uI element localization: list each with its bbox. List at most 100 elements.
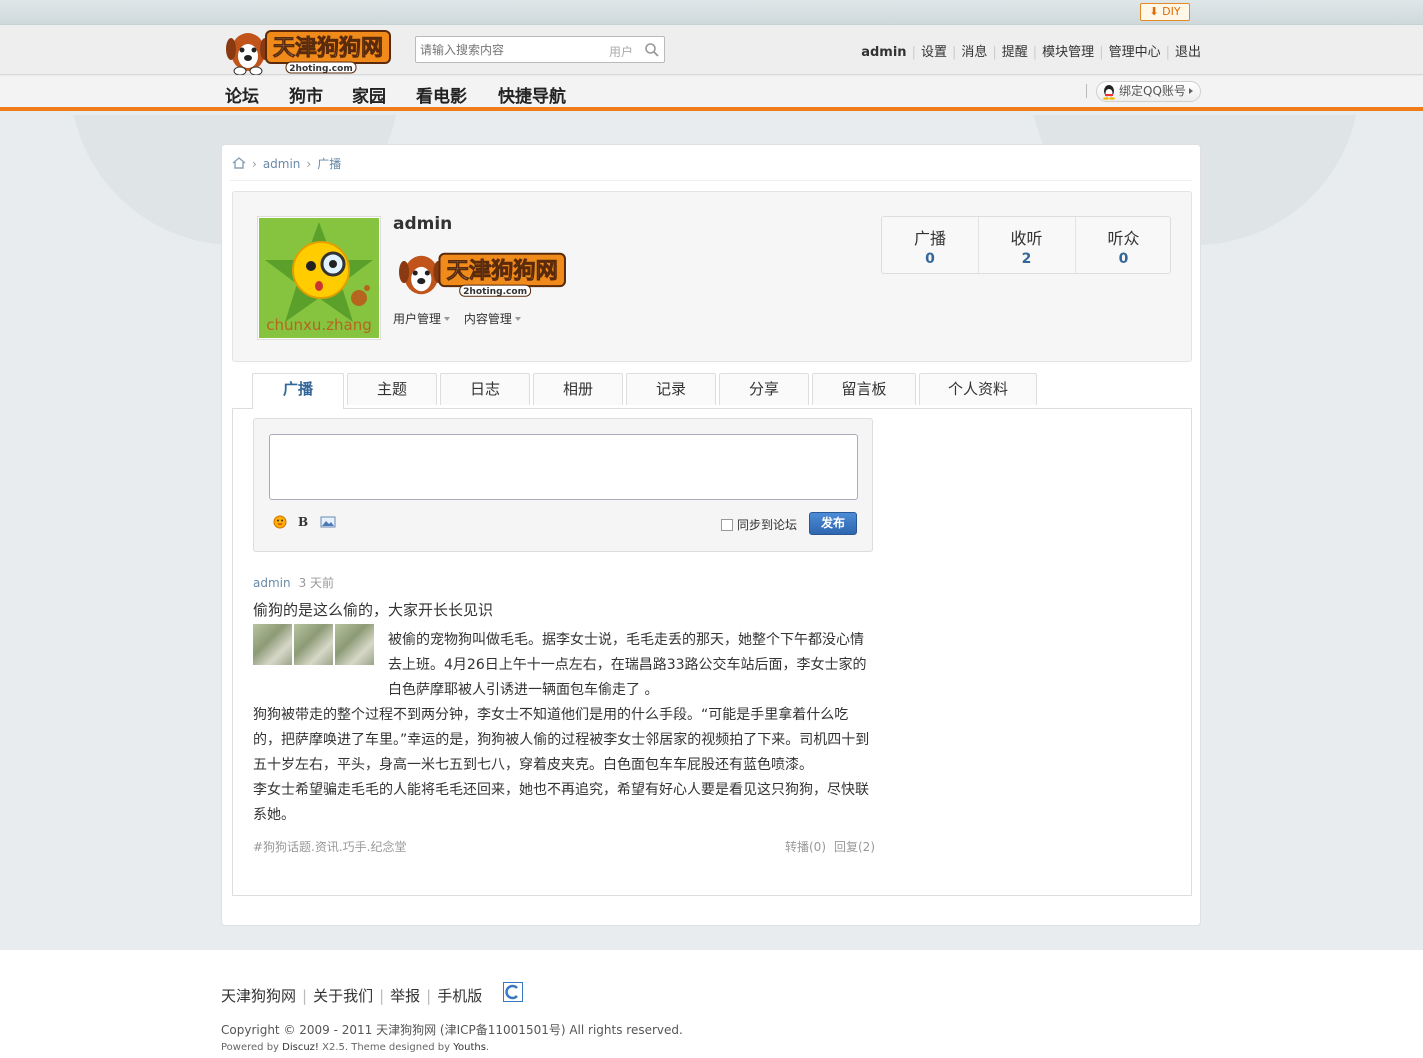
- feed-item: admin 3 天前 偷狗的是这么偷的，大家开长长见识 被偷的宠物狗叫做毛毛。据李…: [253, 574, 875, 856]
- stat-label: 收听: [1010, 229, 1043, 248]
- footer-link-report[interactable]: 举报: [390, 987, 420, 1005]
- feed-time: 3 天前: [298, 576, 335, 590]
- module-manage-link[interactable]: 模块管理: [1042, 45, 1094, 60]
- chevron-down-icon: [514, 317, 521, 321]
- feed-tags[interactable]: #狗狗话题.资讯.巧手.纪念堂: [253, 838, 407, 855]
- stat-value: 0: [1118, 251, 1129, 267]
- profile-card: chunxu.zhang admin 天津狗狗网 2hoting.com 用户管…: [232, 191, 1192, 362]
- stat-following[interactable]: 收听 2: [978, 217, 1074, 273]
- content-manage-dropdown[interactable]: 内容管理: [464, 312, 521, 326]
- breadcrumb-current[interactable]: 广播: [317, 157, 341, 171]
- nav-item-forum[interactable]: 论坛: [225, 82, 259, 107]
- notifications-link[interactable]: 提醒: [1002, 45, 1028, 60]
- diy-label: DIY: [1162, 5, 1181, 18]
- profile-menu: 用户管理 内容管理: [393, 310, 531, 327]
- footer-link-mobile[interactable]: 手机版: [437, 987, 482, 1005]
- copyright: Copyright © 2009 - 2011 天津狗狗网 (津ICP备1100…: [221, 1023, 683, 1037]
- broadcast-textarea[interactable]: [269, 434, 858, 500]
- stat-value: 0: [925, 251, 935, 267]
- home-icon[interactable]: [232, 157, 246, 169]
- search-input[interactable]: [420, 41, 600, 59]
- main-container: › admin › 广播 chunxu.zhang admin 天津狗狗网 2h…: [221, 144, 1201, 926]
- nav-item-market[interactable]: 狗市: [289, 82, 323, 107]
- header: 天津狗狗网 2hoting.com 用户 admin|设置|消息|提醒|模块管理…: [0, 25, 1423, 75]
- user-manage-label: 用户管理: [393, 312, 442, 326]
- smiley-icon[interactable]: [272, 515, 288, 529]
- youths-link[interactable]: Youths: [453, 1042, 486, 1053]
- footer-link-site[interactable]: 天津狗狗网: [221, 987, 296, 1005]
- tab-profile[interactable]: 个人资料: [919, 373, 1037, 405]
- feed-title[interactable]: 偷狗的是这么偷的，大家开长长见识: [253, 599, 875, 620]
- svg-text:2hoting.com: 2hoting.com: [289, 64, 352, 74]
- main-nav: 论坛 狗市 家园 看电影 快捷导航 绑定QQ账号: [0, 76, 1423, 111]
- settings-link[interactable]: 设置: [921, 45, 947, 60]
- reply-link[interactable]: 回复(2): [834, 840, 875, 854]
- powered-end: .: [485, 1042, 490, 1053]
- feed-thumbnails[interactable]: [253, 624, 374, 665]
- feed-paragraph: 狗狗被带走的整个过程不到两分钟，李女士不知道他们是用的什么手段。“可能是手里拿着…: [253, 707, 870, 773]
- powered-prefix: Powered by: [221, 1042, 283, 1053]
- chevron-right-icon: [1189, 88, 1193, 94]
- image-icon[interactable]: [320, 515, 336, 529]
- discuz-link[interactable]: Discuz!: [282, 1042, 319, 1053]
- sync-label: 同步到论坛: [737, 518, 798, 532]
- stat-value: 2: [1021, 251, 1032, 267]
- tab-threads[interactable]: 主题: [347, 373, 437, 405]
- footer: 天津狗狗网 | 关于我们 | 举报 | 手机版 Copyright © 2009 - 201…: [0, 950, 1423, 1058]
- tab-album[interactable]: 相册: [533, 373, 623, 405]
- user-manage-dropdown[interactable]: 用户管理: [393, 312, 451, 326]
- stat-broadcast[interactable]: 广播 0: [882, 217, 978, 273]
- tab-share[interactable]: 分享: [719, 373, 809, 405]
- svg-text:2hoting.com: 2hoting.com: [463, 287, 527, 297]
- avatar[interactable]: chunxu.zhang: [257, 216, 381, 340]
- search-scope[interactable]: 用户: [609, 43, 633, 60]
- user-name-link[interactable]: admin: [861, 45, 906, 60]
- broadcast-composer: B 同步到论坛 发布: [253, 418, 873, 552]
- qq-icon: [1103, 85, 1115, 100]
- svg-text:天津狗狗网: 天津狗狗网: [273, 35, 383, 61]
- bold-button[interactable]: B: [298, 515, 308, 529]
- logout-link[interactable]: 退出: [1175, 45, 1201, 60]
- messages-link[interactable]: 消息: [961, 45, 987, 60]
- nav-item-quick-nav[interactable]: 快捷导航: [498, 82, 566, 107]
- search-icon[interactable]: [644, 42, 660, 58]
- avatar-image: chunxu.zhang: [259, 218, 379, 338]
- footer-links: 天津狗狗网 | 关于我们 | 举报 | 手机版: [221, 987, 483, 1005]
- tab-blog[interactable]: 日志: [440, 373, 530, 405]
- nav-item-movies[interactable]: 看电影: [416, 82, 467, 107]
- breadcrumb-user[interactable]: admin: [263, 157, 301, 171]
- breadcrumb: › admin › 广播: [232, 155, 341, 172]
- profile-name[interactable]: admin: [393, 214, 452, 234]
- diy-button[interactable]: ⬇ DIY: [1140, 3, 1190, 21]
- cnzz-stats-icon[interactable]: [503, 982, 523, 1002]
- feed-paragraph: 李女士希望骗走毛毛的人能将毛毛还回来，她也不再追究，希望有好心人要是看见这只狗狗…: [253, 782, 869, 823]
- svg-text:天津狗狗网: 天津狗狗网: [447, 257, 558, 284]
- feed-author[interactable]: admin: [253, 576, 291, 590]
- publish-button[interactable]: 发布: [809, 512, 857, 535]
- stat-label: 听众: [1107, 229, 1140, 248]
- qq-bind-button[interactable]: 绑定QQ账号: [1096, 81, 1201, 102]
- qq-bind-label: 绑定QQ账号: [1119, 84, 1186, 98]
- nav-item-home[interactable]: 家园: [352, 82, 386, 107]
- feed-meta: admin 3 天前: [253, 574, 875, 591]
- site-logo[interactable]: 天津狗狗网 2hoting.com: [226, 25, 392, 75]
- svg-text:chunxu.zhang: chunxu.zhang: [266, 316, 372, 334]
- content-manage-label: 内容管理: [463, 312, 512, 326]
- feed-footer: #狗狗话题.资讯.巧手.纪念堂 转播(0) 回复(2): [253, 838, 875, 856]
- footer-link-about[interactable]: 关于我们: [313, 987, 373, 1005]
- feed-paragraph: 被偷的宠物狗叫做毛毛。据李女士说，毛毛走丢的那天，她整个下午都没心情去上班。4月…: [388, 632, 867, 698]
- stat-label: 广播: [913, 229, 946, 248]
- content-area: B 同步到论坛 发布 admin 3 天前 偷狗的是这么偷的，大家开长长见识 被偷…: [232, 408, 1192, 896]
- tab-guestbook[interactable]: 留言板: [812, 373, 916, 405]
- admin-center-link[interactable]: 管理中心: [1109, 45, 1161, 60]
- forward-link[interactable]: 转播(0): [785, 840, 826, 854]
- tab-broadcast[interactable]: 广播: [252, 373, 344, 409]
- user-nav: admin | 设置 | 消息 | 提醒 | 模块管理 | 管理中心 | 退出: [861, 45, 1201, 60]
- chevron-down-icon: [444, 317, 451, 321]
- profile-logo: 天津狗狗网 2hoting.com: [399, 252, 566, 297]
- tab-records[interactable]: 记录: [626, 373, 716, 405]
- stat-followers[interactable]: 听众 0: [1075, 217, 1171, 273]
- sync-to-forum: 同步到论坛: [721, 516, 797, 533]
- sync-checkbox[interactable]: [721, 519, 733, 531]
- search-box[interactable]: 用户: [415, 36, 665, 63]
